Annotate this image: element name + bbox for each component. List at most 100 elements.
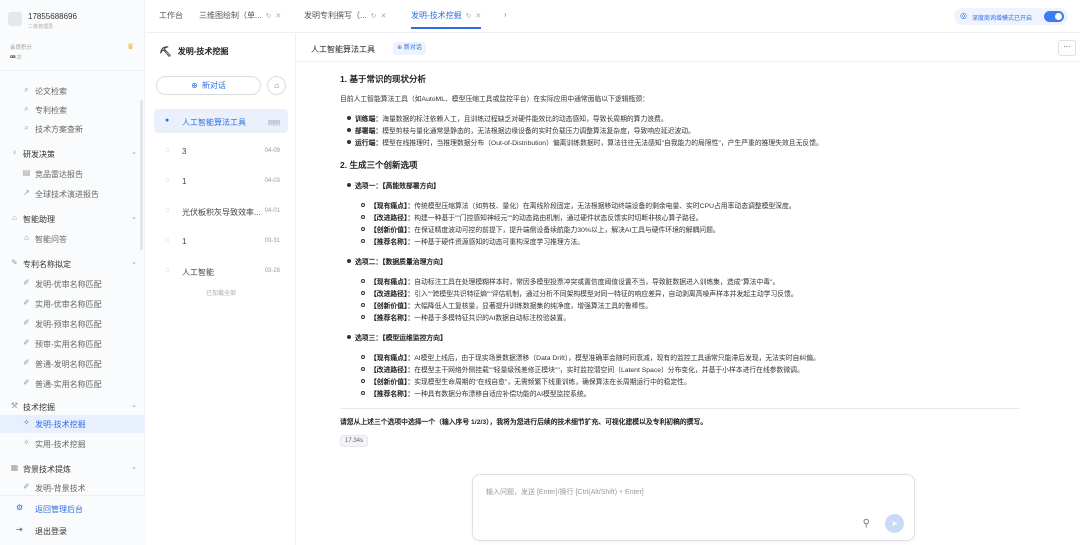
tab-label: 三维图绘制（单... — [199, 11, 262, 20]
conversation-title: 1 — [182, 177, 187, 186]
sidebar-group-bg-extract[interactable]: ▦ 背景技术提炼 ⌄ — [0, 460, 145, 478]
toggle-switch[interactable] — [1044, 11, 1064, 22]
sidebar-item-global-report[interactable]: ↗ 全球技术演进报告 — [0, 185, 145, 203]
new-chat-label: 新对话 — [201, 81, 226, 90]
bullet-icon — [347, 259, 351, 263]
delete-button[interactable]: ⌂ — [267, 76, 286, 95]
circle-bullet-icon — [361, 367, 365, 371]
list-item-key: 【现有痛点】： — [370, 203, 415, 210]
paperclip-icon[interactable]: ⚲ — [863, 518, 870, 529]
circle-bullet-icon — [361, 279, 365, 283]
conversation-panel: ⛏ 发明-技术挖掘 ⊕ 新对话 ⌂ ● 人工智能算法工具 刚刚 ◌ 3 04-09 ◌ 1 04… — [146, 34, 296, 545]
sidebar-group-rd-decision[interactable]: ♀ 研发决策 ⌄ — [0, 145, 145, 163]
logout-icon: ⇥ — [16, 525, 23, 534]
tab-invention-mining[interactable]: 发明-技术挖掘 ↻ ✕ — [411, 10, 482, 29]
chevron-down-icon: ⌄ — [131, 464, 137, 471]
tab-workbench[interactable]: 工作台 — [159, 10, 183, 24]
tab-label: 发明专利撰写（... — [304, 11, 367, 20]
bullet-icon — [347, 128, 351, 132]
sidebar-item-p1[interactable]: ✐ 发明-优审名称匹配 — [0, 275, 145, 293]
conversation-item[interactable]: ◌ 1 03-31 — [154, 229, 288, 253]
circle-bullet-icon — [361, 291, 365, 295]
close-icon[interactable]: ✕ — [381, 13, 387, 20]
sidebar-item-paper-search[interactable]: ⌕ 论文检索 — [0, 82, 145, 100]
sidebar-item-p2[interactable]: ✐ 实用-优审名称匹配 — [0, 295, 145, 313]
list-item: 【推荐名称】：一种基于硬件资源感知的动态可重构深度学习推理方法。 — [361, 237, 584, 249]
sidebar-item-tech-search[interactable]: ⌕ 技术方案查新 — [0, 120, 145, 138]
sidebar-item-p5[interactable]: ✐ 普通-发明名称匹配 — [0, 355, 145, 373]
tab-patent-writing[interactable]: 发明专利撰写（... ↻ ✕ — [304, 10, 386, 24]
send-button[interactable]: ➤ — [885, 514, 904, 533]
close-icon[interactable]: ✕ — [276, 13, 282, 20]
list-item: 部署端：模型剪枝与量化通常是静态的，无法根据边缘设备的实时负载压力调整算法复杂度… — [347, 126, 695, 138]
sidebar-item-label: 发明-优审名称匹配 — [35, 280, 102, 289]
message-input[interactable]: 输入问题，发送 [Enter]/换行 [Ctrl(Alt/Shift) + En… — [486, 487, 644, 497]
user-role: 二级管理员 — [28, 24, 54, 30]
chat-plus-icon: ⊕ — [397, 45, 404, 51]
conversation-item[interactable]: ◌ 人工智能 03-28 — [154, 259, 288, 283]
left-sidebar: 17855688696 二级管理员 会员积分 ♛ ∞次 ⌕ 论文检索 ⌕ 专利检索 … — [0, 0, 145, 545]
pen-icon: ✐ — [23, 298, 30, 307]
back-admin-button[interactable]: ⚙ 返回管理后台 — [0, 500, 145, 518]
chat-title: 人工智能算法工具 — [311, 45, 375, 54]
conversation-title: 3 — [182, 147, 187, 156]
more-button[interactable]: ··· — [1058, 40, 1076, 56]
assistant-message: 1. 基于常识的现状分析 目前人工智能算法工具（如AutoML、模型压缩工具或监… — [337, 68, 1027, 454]
message-input-box[interactable]: 输入问题，发送 [Enter]/换行 [Ctrl(Alt/Shift) + En… — [472, 474, 915, 541]
new-chat-button[interactable]: ⊕ 新对话 — [156, 76, 261, 95]
option-heading: 选项一：【高能效部署方向】 — [347, 181, 440, 193]
sidebar-item-utility-mining[interactable]: ✧ 实用-技术挖掘 — [0, 435, 145, 453]
sidebar-group-patent-name[interactable]: ✎ 专利名称拟定 ⌄ — [0, 255, 145, 273]
list-item-text: 一种基于硬件资源感知的动态可重构深度学习推理方法。 — [414, 239, 585, 246]
sidebar-item-patent-search[interactable]: ⌕ 专利检索 — [0, 101, 145, 119]
sidebar-item-label: 全球技术演进报告 — [35, 190, 99, 199]
refresh-icon[interactable]: ↻ — [466, 13, 472, 20]
deep-mode-toggle[interactable]: ◎ 深度商询增模式已开启 — [954, 8, 1068, 25]
loaded-all-text: 已加载全部 — [205, 291, 236, 297]
conversation-item[interactable]: ◌ 3 04-09 — [154, 139, 288, 163]
app-window: 17855688696 二级管理员 会员积分 ♛ ∞次 ⌕ 论文检索 ⌕ 专利检索 … — [0, 0, 1080, 545]
sidebar-group-label: 技术挖掘 — [23, 403, 55, 412]
sidebar-item-p6[interactable]: ✐ 普通-实用名称匹配 — [0, 375, 145, 393]
refresh-icon[interactable]: ↻ — [266, 13, 272, 20]
conversation-item[interactable]: ◌ 光伏板积灰导致效率... 04-01 — [154, 199, 288, 223]
send-icon: ➤ — [891, 519, 898, 528]
member-unit: 次 — [16, 55, 22, 61]
sidebar-group-smart-assist[interactable]: ⌂ 智能助理 ⌄ — [0, 210, 145, 228]
sidebar-group-tech-mining[interactable]: ⚒ 技术挖掘 ⌄ — [0, 398, 145, 416]
sidebar-item-smart-qa[interactable]: ⌂ 智能问答 — [0, 230, 145, 248]
list-item: 运行端：模型在线推理时，当推理数据分布（Out-of-Distribution）… — [347, 138, 823, 150]
closing-question: 请您从上述三个选项中选择一个（输入序号 1/2/3），我将为您进行后续的技术细节… — [340, 419, 708, 426]
conversation-title: 1 — [182, 237, 187, 246]
sidebar-item-invention-mining[interactable]: ✧ 发明-技术挖掘 — [0, 415, 145, 433]
list-item: 【现有痛点】：AI模型上线后，由于现实场景数据漂移（Data Drift），模型… — [361, 353, 820, 365]
list-item-key: 运行端： — [355, 140, 383, 147]
sidebar-item-label: 论文检索 — [35, 87, 67, 96]
bullet-icon — [347, 183, 351, 187]
sidebar-item-p4[interactable]: ✐ 预审-实用名称匹配 — [0, 335, 145, 353]
list-item-key: 【创新价值】： — [370, 379, 415, 386]
user-info[interactable]: 17855688696 二级管理员 — [0, 0, 145, 36]
sidebar-item-label: 发明-背景技术 — [35, 484, 86, 493]
close-icon[interactable]: ✕ — [476, 13, 482, 20]
sidebar-item-competitor-report[interactable]: ▤ 竞品雷达报告 — [0, 165, 145, 183]
sidebar-item-label: 技术方案查新 — [35, 125, 83, 134]
header-new-chat-button[interactable]: ⊕ 新对话 — [393, 42, 426, 55]
search-icon: ⌕ — [24, 104, 29, 113]
sidebar-item-label: 预审-实用名称匹配 — [35, 340, 102, 349]
chevron-right-icon[interactable]: › — [504, 10, 507, 19]
conversation-time: 03-28 — [264, 268, 280, 274]
logout-button[interactable]: ⇥ 退出登录 — [0, 522, 145, 540]
conversation-item[interactable]: ● 人工智能算法工具 刚刚 — [154, 109, 288, 133]
conversation-item[interactable]: ◌ 1 04-03 — [154, 169, 288, 193]
conversation-title: 光伏板积灰导致效率... — [182, 208, 261, 217]
list-item-text: 一种基于多模特征共识的AI数据自动标注校验装置。 — [414, 315, 571, 322]
grid-icon: ▦ — [10, 463, 19, 472]
list-item-text: 大幅降低人工复核量，显著提升训练数据集的纯净度，增强算法工具的鲁棒性。 — [414, 303, 653, 310]
conversation-time: 04-01 — [264, 208, 280, 214]
refresh-icon[interactable]: ↻ — [371, 13, 377, 20]
sidebar-item-p3[interactable]: ✐ 发明-预审名称匹配 — [0, 315, 145, 333]
list-item: 【创新价值】：在保证精度波动可控的前提下，提升端侧设备续航能力30%以上，解决A… — [361, 225, 720, 237]
tab-3d-drawing[interactable]: 三维图绘制（单... ↻ ✕ — [199, 10, 281, 24]
conversation-time: 04-09 — [264, 148, 280, 154]
